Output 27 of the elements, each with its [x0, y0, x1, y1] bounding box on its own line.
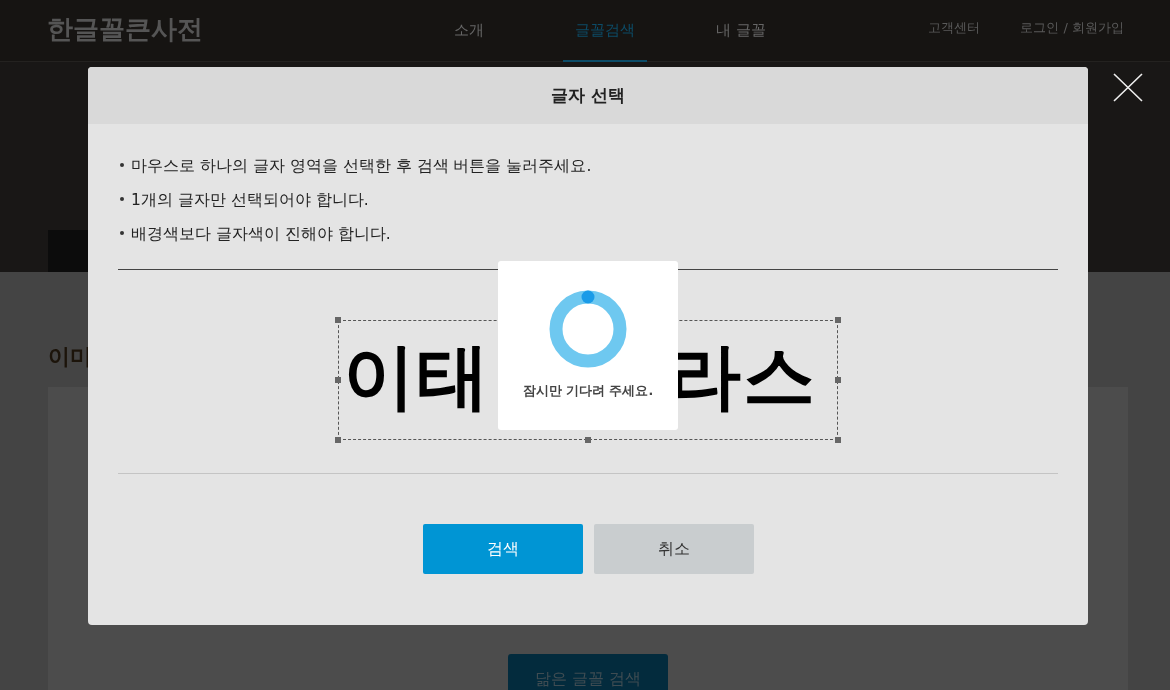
bullet-icon	[120, 231, 124, 235]
search-button[interactable]: 검색	[422, 524, 583, 574]
sample-glyphs: 라스	[669, 333, 817, 420]
bullet-icon	[120, 163, 124, 167]
resize-handle[interactable]	[835, 317, 841, 323]
nav-tab[interactable]: 소개	[395, 0, 543, 62]
resize-handle[interactable]	[835, 437, 841, 443]
resize-handle[interactable]	[335, 377, 341, 383]
resize-handle[interactable]	[335, 317, 341, 323]
cancel-button[interactable]: 취소	[593, 524, 754, 574]
resize-handle[interactable]	[335, 437, 341, 443]
sample-glyphs: 이태	[343, 333, 491, 420]
site-logo[interactable]: 한글꼴큰사전	[47, 10, 203, 49]
header-link[interactable]: 로그인 / 회원가입	[1020, 18, 1124, 38]
instruction-text: 마우스로 하나의 글자 영역을 선택한 후 검색 버튼을 눌러주세요.	[118, 156, 1058, 176]
modal-title: 글자 선택	[551, 83, 625, 107]
bullet-icon	[120, 197, 124, 201]
nav-tab[interactable]: 내 글꼴	[667, 0, 815, 62]
loading-spinner-icon	[549, 290, 627, 368]
similar-font-search-button[interactable]: 닮은 글꼴 검색	[508, 654, 668, 690]
instruction-text: 1개의 글자만 선택되어야 합니다.	[118, 190, 1058, 210]
resize-handle[interactable]	[585, 437, 591, 443]
instruction-text: 배경색보다 글자색이 진해야 합니다.	[118, 224, 1058, 244]
loading-message: 잠시만 기다려 주세요.	[522, 382, 654, 400]
resize-handle[interactable]	[835, 377, 841, 383]
header-link[interactable]: 고객센터	[928, 18, 981, 38]
close-icon[interactable]	[1113, 73, 1143, 102]
